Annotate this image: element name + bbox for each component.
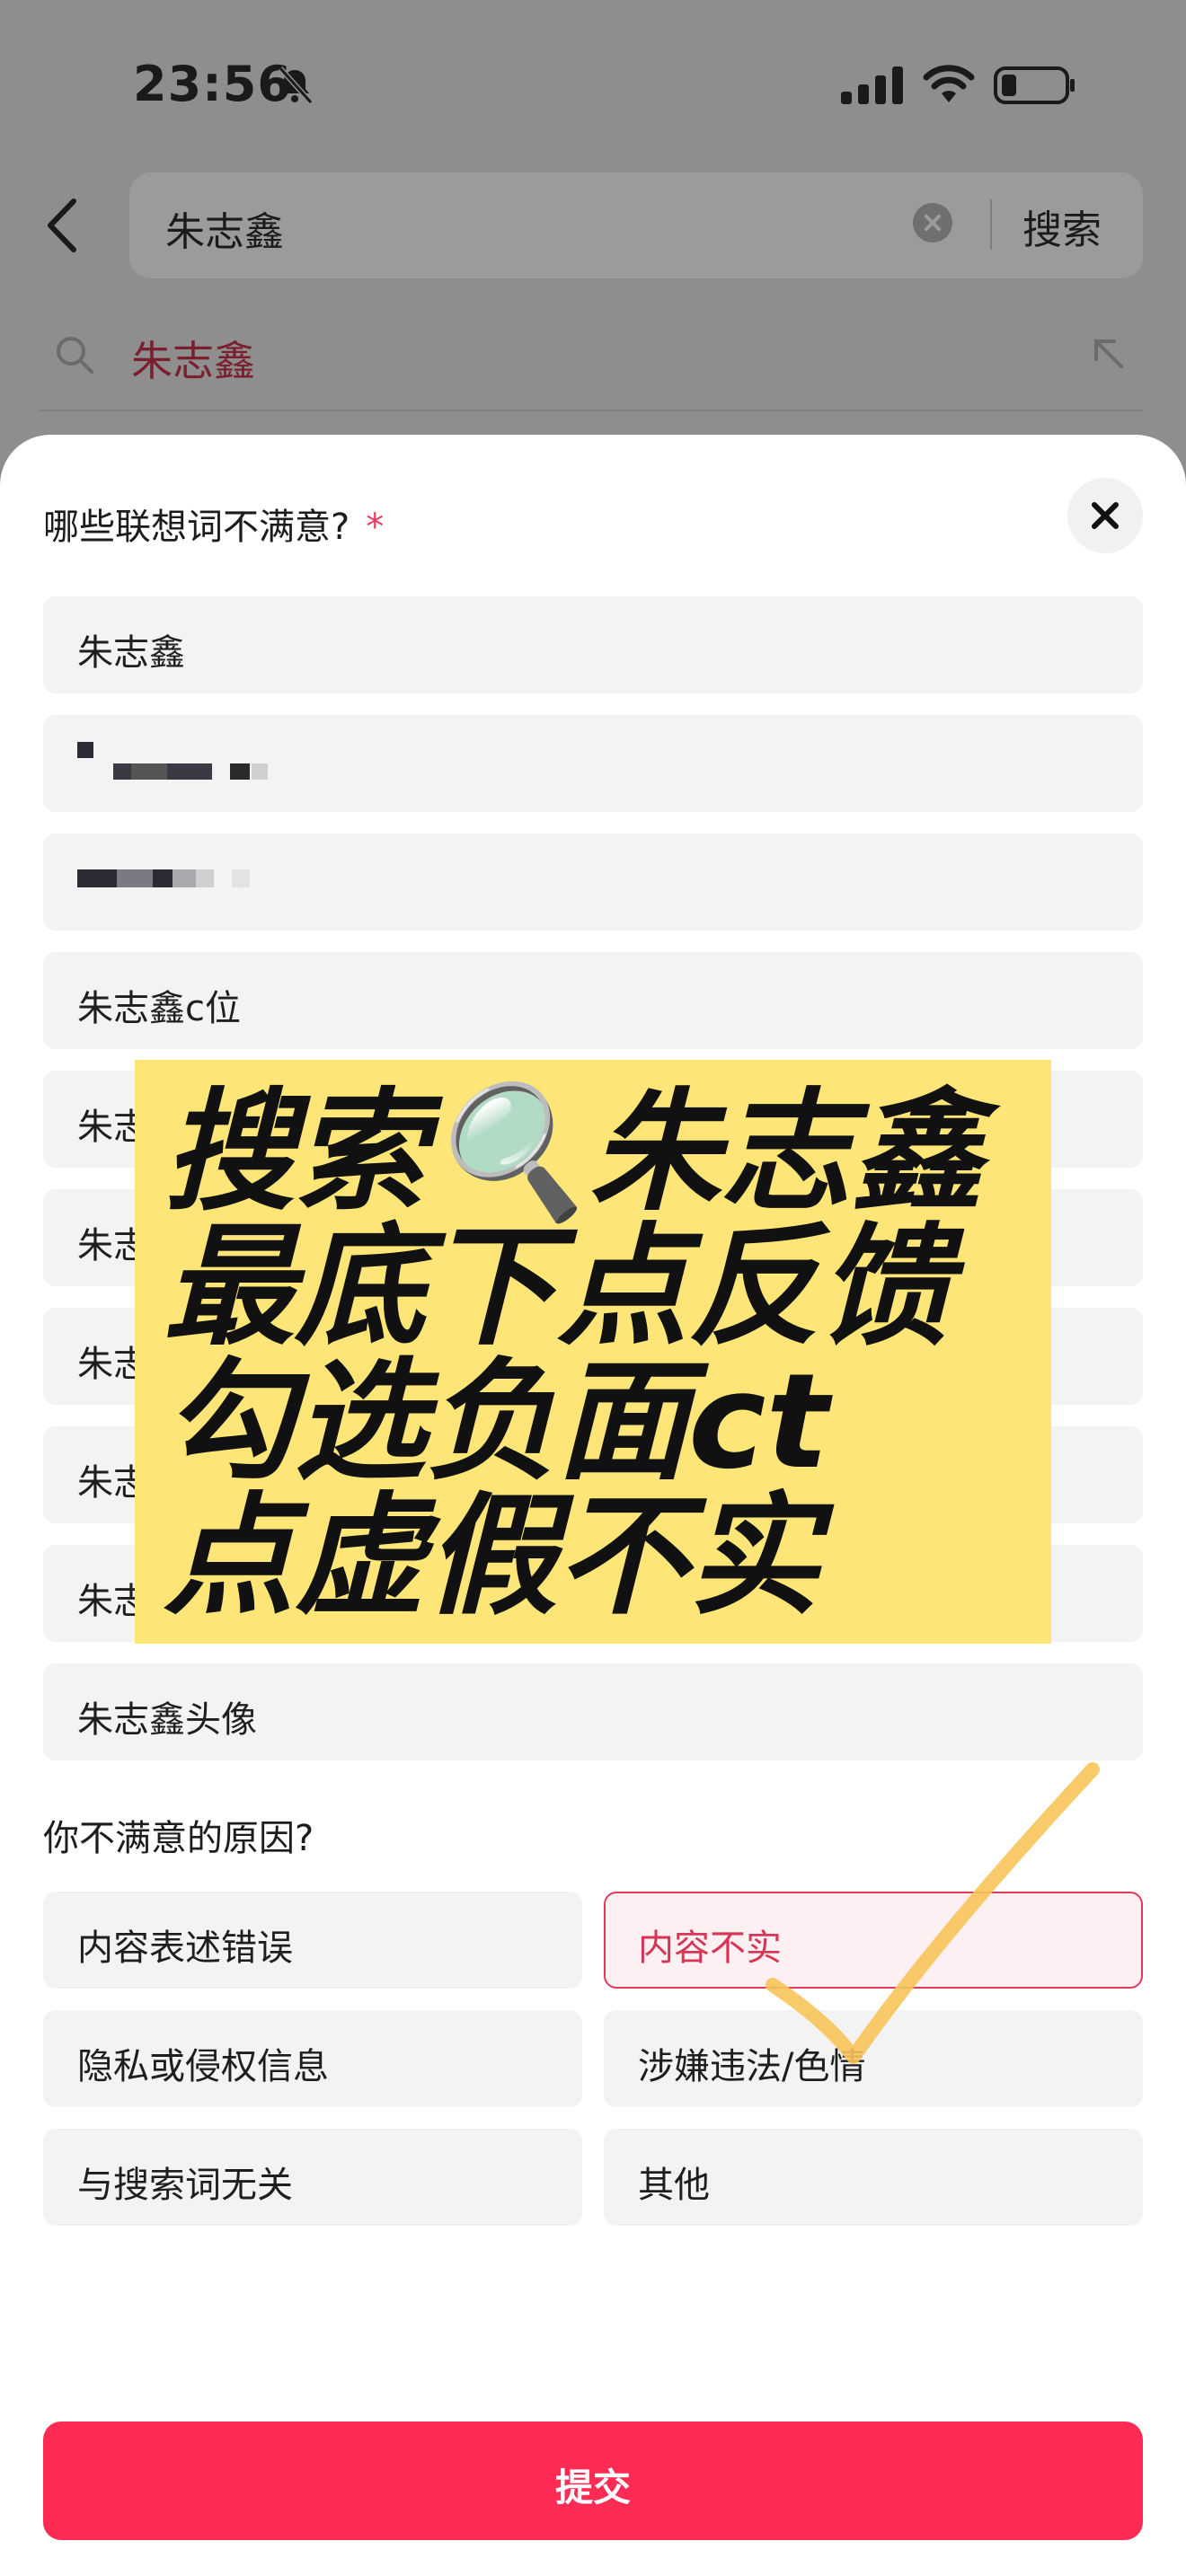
suggestion-option[interactable]: 朱志鑫 bbox=[43, 596, 1143, 693]
suggestion-option[interactable] bbox=[43, 834, 1143, 931]
option-label: 朱志鑫c位 bbox=[77, 988, 241, 1029]
battery-icon bbox=[994, 66, 1075, 104]
sticker-line: 点虚假不实 bbox=[164, 1480, 819, 1633]
search-button[interactable]: 搜索 bbox=[1022, 198, 1102, 255]
reason-label: 与搜索词无关 bbox=[77, 2165, 293, 2206]
reason-title: 你不满意的原因? bbox=[43, 1818, 314, 1859]
wifi-icon bbox=[923, 65, 975, 102]
search-input[interactable]: 朱志鑫 bbox=[165, 199, 284, 257]
suggestion-option[interactable] bbox=[43, 715, 1143, 812]
back-icon[interactable] bbox=[36, 194, 90, 257]
submit-button[interactable]: 提交 bbox=[43, 2422, 1143, 2540]
reason-label: 内容表述错误 bbox=[77, 1928, 293, 1969]
redacted-text bbox=[77, 742, 293, 783]
required-mark: * bbox=[366, 507, 385, 548]
sticker-line: 最底下点反馈 bbox=[164, 1211, 951, 1363]
question-title: 哪些联想词不满意? * bbox=[43, 498, 384, 550]
search-page-background: 23:56 朱志鑫 搜索 朱志鑫 bbox=[0, 0, 1186, 467]
submit-label: 提交 bbox=[554, 2466, 631, 2510]
close-button[interactable] bbox=[1067, 478, 1143, 553]
reason-option[interactable]: 隐私或侵权信息 bbox=[43, 2010, 582, 2107]
search-divider bbox=[990, 199, 992, 250]
search-icon bbox=[57, 337, 93, 374]
question-text: 哪些联想词不满意? bbox=[43, 507, 350, 548]
sticker-line: 勾选负面ct bbox=[164, 1345, 829, 1498]
redacted-text bbox=[77, 869, 293, 896]
reason-label: 其他 bbox=[638, 2165, 710, 2206]
status-time: 23:56 bbox=[133, 56, 292, 112]
suggestion-option[interactable]: 朱志鑫头像 bbox=[43, 1663, 1143, 1760]
option-label: 朱志鑫 bbox=[77, 632, 185, 674]
check-mark-icon bbox=[766, 1762, 1100, 2064]
suggestion-item[interactable]: 朱志鑫 bbox=[131, 329, 255, 388]
divider bbox=[40, 410, 1143, 411]
signal-icon bbox=[841, 66, 903, 104]
reason-label: 隐私或侵权信息 bbox=[77, 2046, 329, 2087]
fill-arrow-icon[interactable] bbox=[1089, 334, 1127, 372]
suggestion-option[interactable]: 朱志鑫c位 bbox=[43, 952, 1143, 1049]
reason-option[interactable]: 其他 bbox=[604, 2129, 1143, 2226]
clear-icon[interactable] bbox=[913, 203, 952, 243]
sticker-line: 搜索🔍朱志鑫 bbox=[164, 1076, 983, 1229]
option-label: 朱志鑫头像 bbox=[77, 1699, 257, 1741]
reason-option[interactable]: 内容表述错误 bbox=[43, 1892, 582, 1989]
reason-option[interactable]: 与搜索词无关 bbox=[43, 2129, 582, 2226]
bell-off-icon bbox=[278, 66, 314, 104]
instruction-sticker: 搜索🔍朱志鑫 最底下点反馈 勾选负面ct 点虚假不实 bbox=[135, 1060, 1051, 1644]
search-bar[interactable]: 朱志鑫 搜索 bbox=[129, 172, 1143, 278]
